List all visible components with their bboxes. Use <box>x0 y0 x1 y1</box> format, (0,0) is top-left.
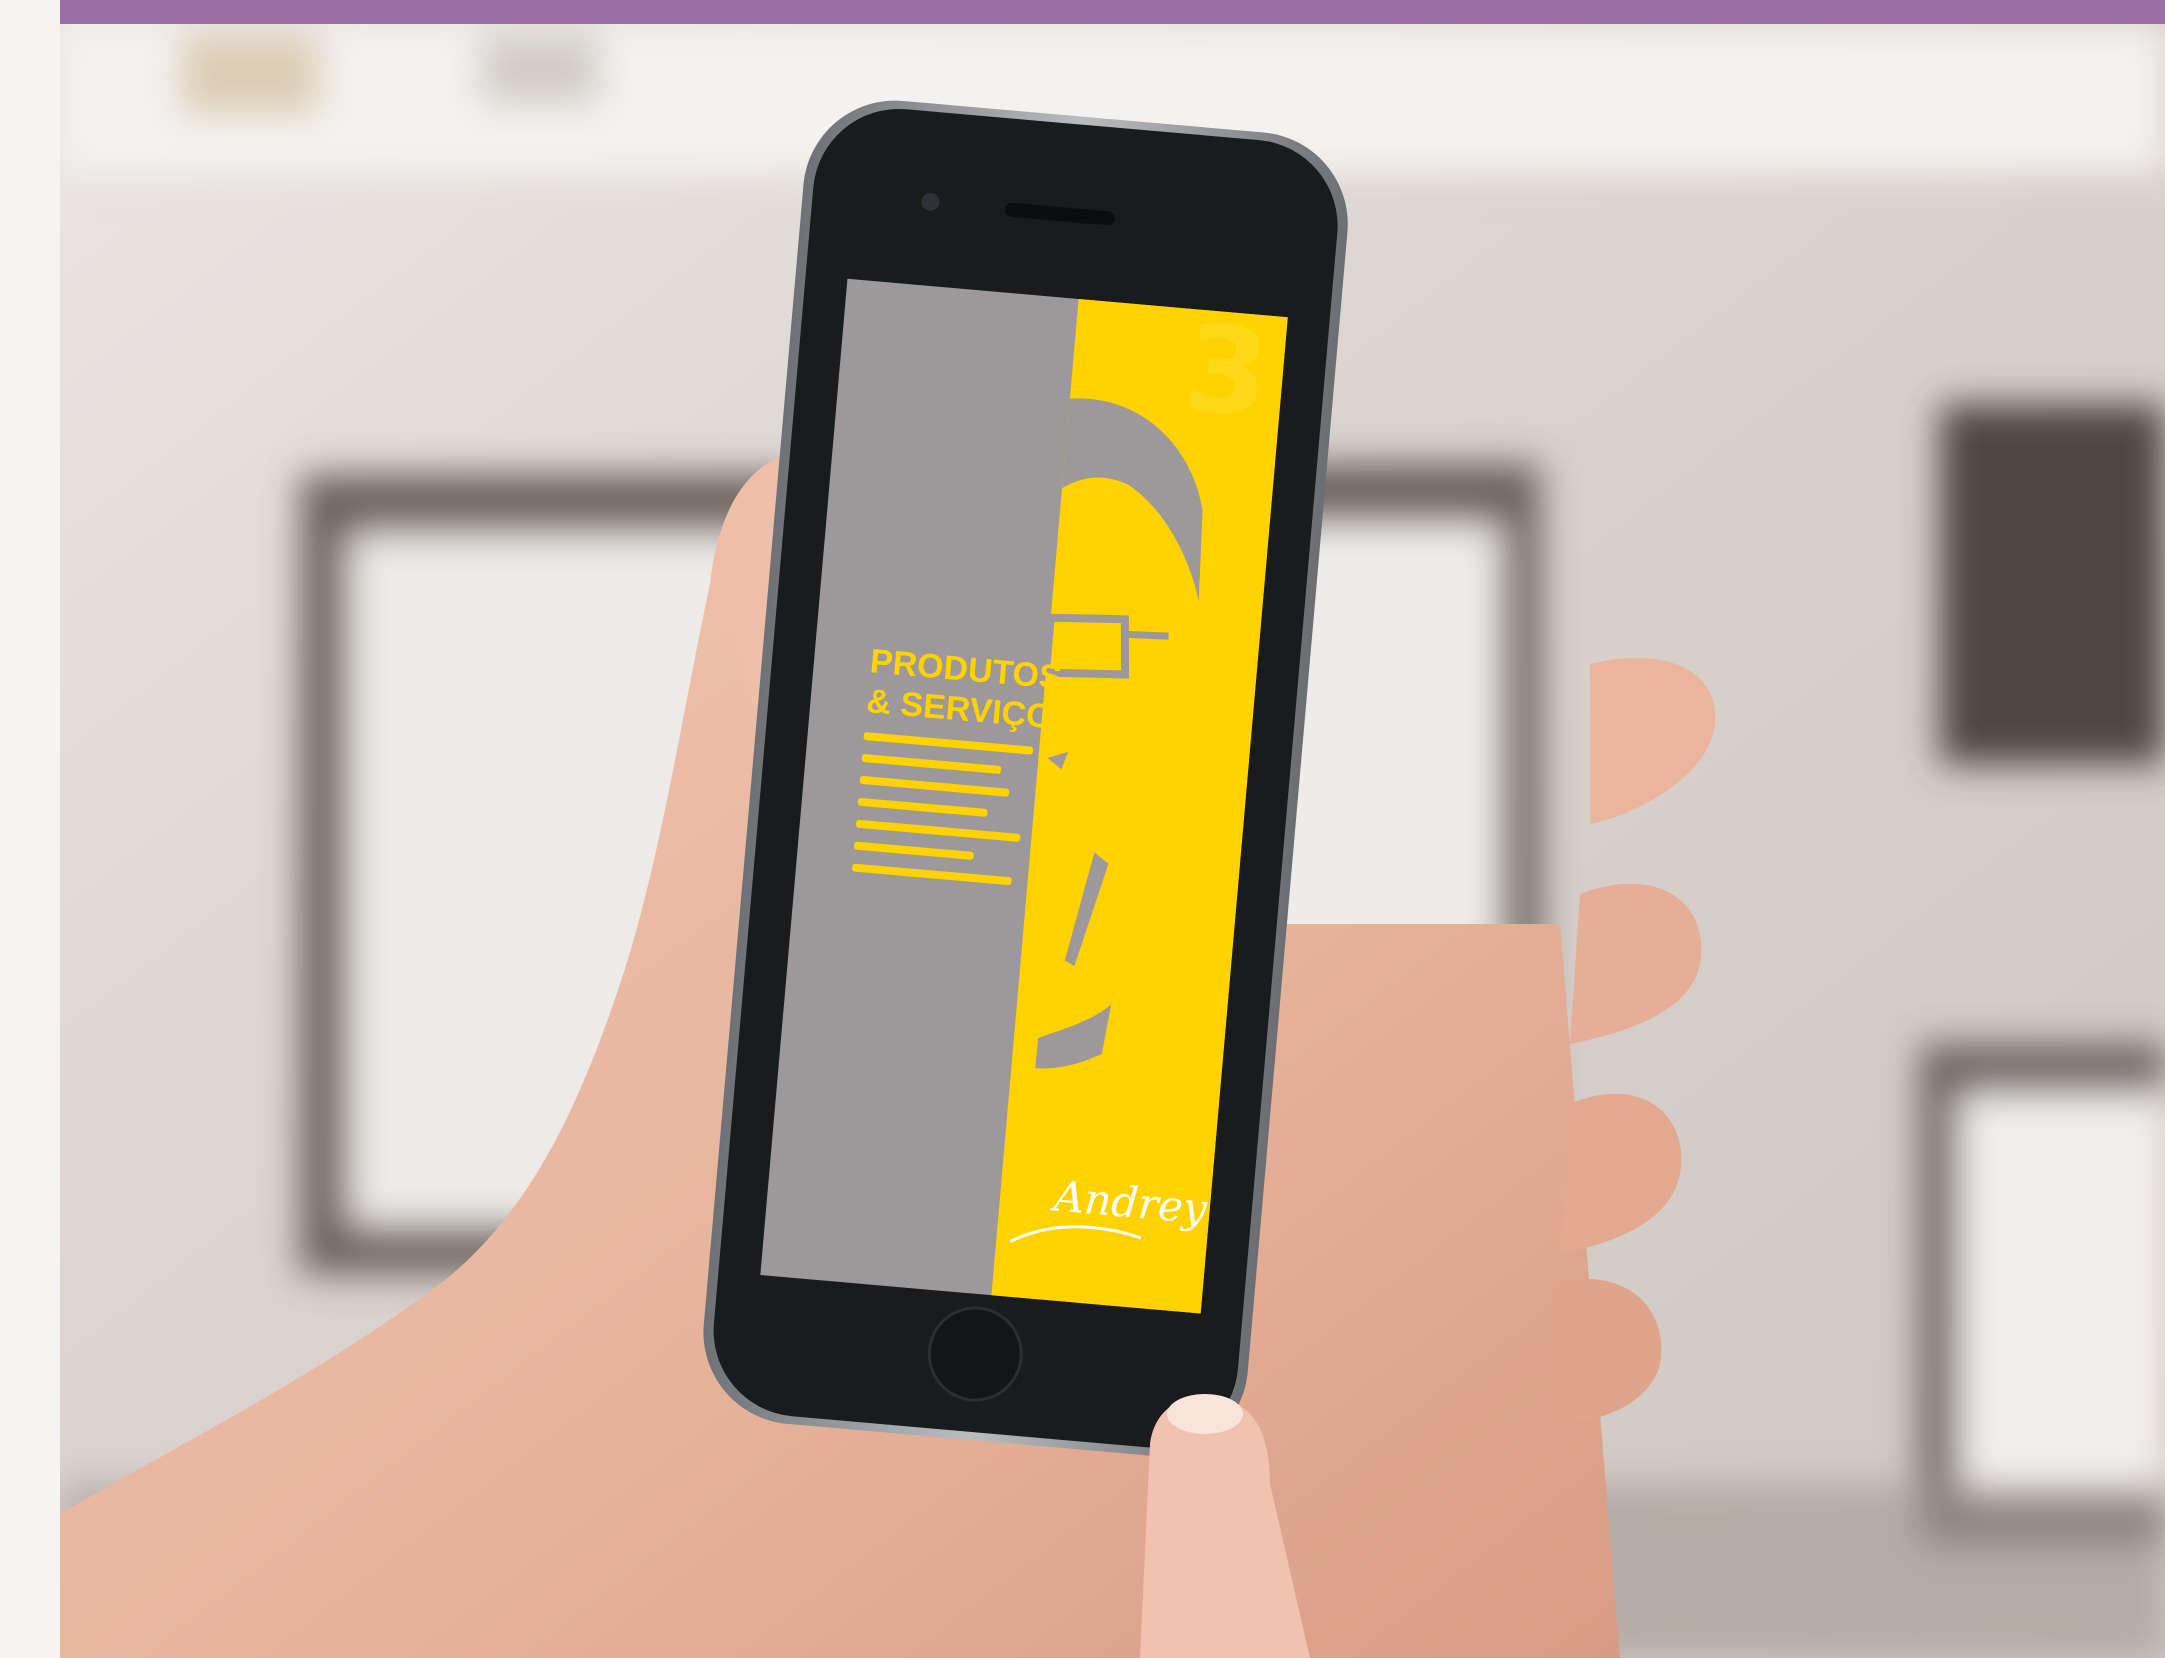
phone-screen: 3 PRODUTOS & SERVIÇOS Andrey <box>760 278 1288 1314</box>
poster-number: 3 <box>1179 299 1274 445</box>
top-accent-bar <box>60 0 2165 24</box>
left-margin-strip <box>0 0 60 1658</box>
photo-scene: 3 PRODUTOS & SERVIÇOS Andrey <box>60 24 2165 1658</box>
hand-holding-phone-illustration: 3 PRODUTOS & SERVIÇOS Andrey <box>60 24 2165 1658</box>
